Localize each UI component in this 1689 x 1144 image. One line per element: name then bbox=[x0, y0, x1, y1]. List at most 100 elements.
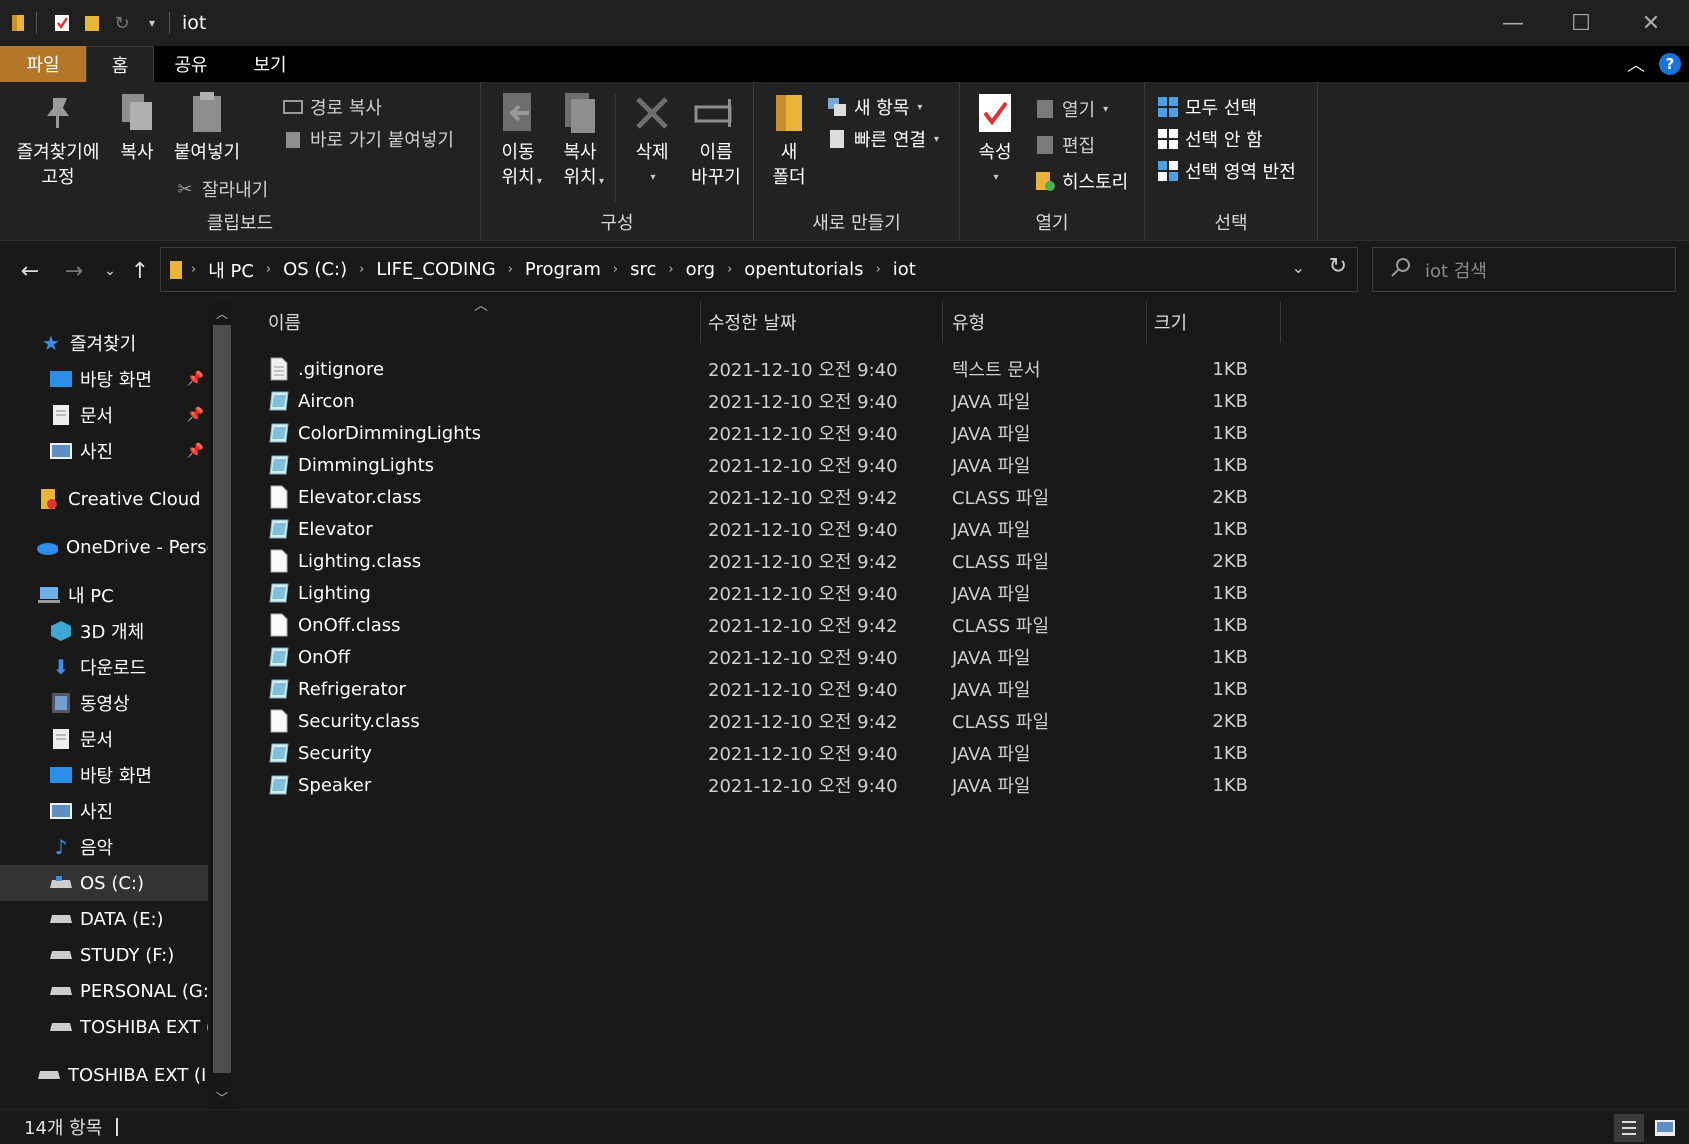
breadcrumb-separator[interactable]: › bbox=[355, 262, 368, 277]
invert-selection-button[interactable]: 선택 영역 반전 bbox=[1157, 158, 1296, 184]
breadcrumb-item[interactable]: Program bbox=[517, 259, 609, 280]
address-history-dropdown-icon[interactable]: ⌄ bbox=[1292, 258, 1305, 277]
minimize-button[interactable]: — bbox=[1479, 0, 1547, 46]
breadcrumb-separator[interactable]: › bbox=[872, 262, 885, 277]
nav-item-creative-cloud[interactable]: Creative Cloud Files bbox=[0, 481, 208, 517]
file-row[interactable]: Elevator.class 2021-12-10 오전 9:42 CLASS 파일… bbox=[238, 481, 1288, 513]
open-button[interactable]: 열기 ▾ bbox=[1034, 96, 1108, 122]
search-box[interactable]: iot 검색 bbox=[1372, 247, 1676, 292]
breadcrumb-item[interactable]: LIFE_CODING bbox=[368, 259, 503, 280]
search-input[interactable]: iot 검색 bbox=[1425, 257, 1487, 283]
recent-locations-icon[interactable]: ⌄ bbox=[94, 255, 126, 287]
tab-share[interactable]: 공유 bbox=[154, 46, 228, 82]
nav-item-onedrive[interactable]: OneDrive - Personal bbox=[0, 529, 208, 565]
customize-quick-access-icon[interactable]: ▾ bbox=[141, 12, 163, 34]
column-header-date-modified[interactable]: 수정한 날짜 bbox=[678, 301, 932, 343]
file-row[interactable]: Elevator 2021-12-10 오전 9:40 JAVA 파일 1KB bbox=[238, 513, 1288, 545]
column-header-type[interactable]: 유형 bbox=[922, 301, 1148, 343]
history-button[interactable]: 히스토리 bbox=[1034, 168, 1128, 194]
back-arrow-icon[interactable]: ← bbox=[14, 255, 46, 287]
breadcrumb-separator[interactable]: › bbox=[187, 262, 200, 277]
column-header-size[interactable]: 크기 bbox=[1124, 301, 1262, 343]
paste-button[interactable]: 붙여넣기 bbox=[170, 90, 244, 165]
breadcrumb-item[interactable]: opentutorials bbox=[736, 259, 871, 280]
copy-path-button[interactable]: 경로 복사 bbox=[282, 94, 382, 120]
refresh-icon[interactable]: ↻ bbox=[1329, 254, 1347, 279]
breadcrumb-separator[interactable]: › bbox=[262, 262, 275, 277]
file-row[interactable]: ColorDimmingLights 2021-12-10 오전 9:40 JAVA… bbox=[238, 417, 1288, 449]
rename-button[interactable]: 이름 바꾸기 bbox=[683, 90, 749, 190]
delete-button[interactable]: 삭제 ▾ bbox=[625, 90, 679, 190]
copy-button[interactable]: 복사 bbox=[110, 90, 164, 165]
collapse-ribbon-icon[interactable]: ︿ bbox=[1627, 51, 1645, 77]
edit-button[interactable]: 편집 bbox=[1034, 132, 1095, 158]
easy-access-button[interactable]: 빠른 연결 ▾ bbox=[826, 126, 939, 152]
scroll-up-icon[interactable]: ︿ bbox=[210, 305, 234, 322]
nav-item-os-c[interactable]: OS (C:) bbox=[0, 865, 208, 901]
column-header-name[interactable]: 이름 bbox=[238, 301, 700, 343]
select-all-button[interactable]: 모두 선택 bbox=[1157, 94, 1257, 120]
copy-to-button[interactable]: 복사 위치 bbox=[553, 90, 607, 190]
paste-shortcut-button[interactable]: 바로 가기 붙여넣기 bbox=[282, 126, 454, 152]
nav-item-this-pc[interactable]: 내 PC bbox=[0, 577, 208, 613]
pin-quick-access-button[interactable]: 즐겨찾기에 고정 bbox=[10, 90, 106, 190]
properties-icon[interactable] bbox=[51, 12, 73, 34]
file-row[interactable]: Security 2021-12-10 오전 9:40 JAVA 파일 1KB bbox=[238, 737, 1288, 769]
nav-item-pictures-pinned[interactable]: 사진 📌 bbox=[0, 433, 208, 469]
file-row[interactable]: OnOff 2021-12-10 오전 9:40 JAVA 파일 1KB bbox=[238, 641, 1288, 673]
breadcrumb-item[interactable]: iot bbox=[885, 259, 924, 280]
help-icon[interactable]: ? bbox=[1659, 53, 1681, 75]
up-arrow-icon[interactable]: ↑ bbox=[124, 255, 156, 287]
copy-to-dropdown-icon[interactable]: ▾ bbox=[599, 176, 604, 187]
new-folder-icon[interactable] bbox=[81, 12, 103, 34]
breadcrumb-separator[interactable]: › bbox=[504, 262, 517, 277]
breadcrumb-separator[interactable]: › bbox=[664, 262, 677, 277]
file-row[interactable]: DimmingLights 2021-12-10 오전 9:40 JAVA 파일 1K… bbox=[238, 449, 1288, 481]
cut-button[interactable]: ✂ 잘라내기 bbox=[174, 176, 268, 202]
nav-item-music[interactable]: ♪ 음악 bbox=[0, 829, 208, 865]
nav-item-toshiba-ext-i[interactable]: TOSHIBA EXT (I:) bbox=[0, 1009, 208, 1045]
nav-item-documents-pinned[interactable]: 문서 📌 bbox=[0, 397, 208, 433]
breadcrumb-separator[interactable]: › bbox=[609, 262, 622, 277]
large-icons-view-icon[interactable] bbox=[1650, 1114, 1680, 1142]
nav-item-desktop[interactable]: 바탕 화면 bbox=[0, 757, 208, 793]
file-row[interactable]: OnOff.class 2021-12-10 오전 9:42 CLASS 파일 1KB bbox=[238, 609, 1288, 641]
properties-dropdown-icon[interactable]: ▾ bbox=[972, 165, 1020, 190]
select-none-button[interactable]: 선택 안 함 bbox=[1157, 126, 1263, 152]
file-row[interactable]: Refrigerator 2021-12-10 오전 9:40 JAVA 파일 1KB bbox=[238, 673, 1288, 705]
file-row[interactable]: Lighting 2021-12-10 오전 9:40 JAVA 파일 1KB bbox=[238, 577, 1288, 609]
delete-dropdown-icon[interactable]: ▾ bbox=[627, 165, 679, 190]
move-to-button[interactable]: 이동 위치 bbox=[491, 90, 545, 190]
file-row[interactable]: Lighting.class 2021-12-10 오전 9:42 CLASS 파일… bbox=[238, 545, 1288, 577]
nav-scrollbar-thumb[interactable] bbox=[213, 325, 231, 1073]
nav-scrollbar[interactable]: ︿ ﹀ bbox=[210, 301, 234, 1109]
tab-home[interactable]: 홈 bbox=[86, 46, 154, 82]
breadcrumb-item[interactable]: src bbox=[622, 259, 664, 280]
file-row[interactable]: .gitignore 2021-12-10 오전 9:40 텍스트 문서 1KB bbox=[238, 353, 1288, 385]
forward-arrow-icon[interactable]: → bbox=[58, 255, 90, 287]
breadcrumb-item[interactable]: 내 PC bbox=[200, 257, 262, 283]
nav-item-toshiba-ext-i-root[interactable]: TOSHIBA EXT (I:) bbox=[0, 1057, 208, 1093]
scroll-down-icon[interactable]: ﹀ bbox=[210, 1089, 234, 1106]
nav-item-videos[interactable]: 동영상 bbox=[0, 685, 208, 721]
nav-item-quick-access[interactable]: ★ 즐겨찾기 bbox=[0, 325, 208, 361]
nav-item-documents[interactable]: 문서 bbox=[0, 721, 208, 757]
new-folder-button[interactable]: 새 폴더 bbox=[764, 90, 814, 190]
close-button[interactable]: ✕ bbox=[1617, 0, 1685, 46]
breadcrumb-separator[interactable]: › bbox=[723, 262, 736, 277]
nav-item-3d-objects[interactable]: 3D 개체 bbox=[0, 613, 208, 649]
breadcrumb-item[interactable]: org bbox=[678, 259, 724, 280]
column-divider[interactable] bbox=[1280, 301, 1281, 343]
nav-item-desktop-pinned[interactable]: 바탕 화면 📌 bbox=[0, 361, 208, 397]
nav-item-data-e[interactable]: DATA (E:) bbox=[0, 901, 208, 937]
file-row[interactable]: Security.class 2021-12-10 오전 9:42 CLASS 파일… bbox=[238, 705, 1288, 737]
nav-item-pictures[interactable]: 사진 bbox=[0, 793, 208, 829]
maximize-button[interactable]: ☐ bbox=[1547, 0, 1615, 46]
new-item-button[interactable]: 새 항목 ▾ bbox=[826, 94, 922, 120]
breadcrumb-item[interactable]: OS (C:) bbox=[275, 259, 355, 280]
file-row[interactable]: Aircon 2021-12-10 오전 9:40 JAVA 파일 1KB bbox=[238, 385, 1288, 417]
file-row[interactable]: Speaker 2021-12-10 오전 9:40 JAVA 파일 1KB bbox=[238, 769, 1288, 801]
tab-view[interactable]: 보기 bbox=[228, 46, 312, 82]
tab-file[interactable]: 파일 bbox=[0, 46, 86, 82]
nav-item-personal-g[interactable]: PERSONAL (G:) bbox=[0, 973, 208, 1009]
